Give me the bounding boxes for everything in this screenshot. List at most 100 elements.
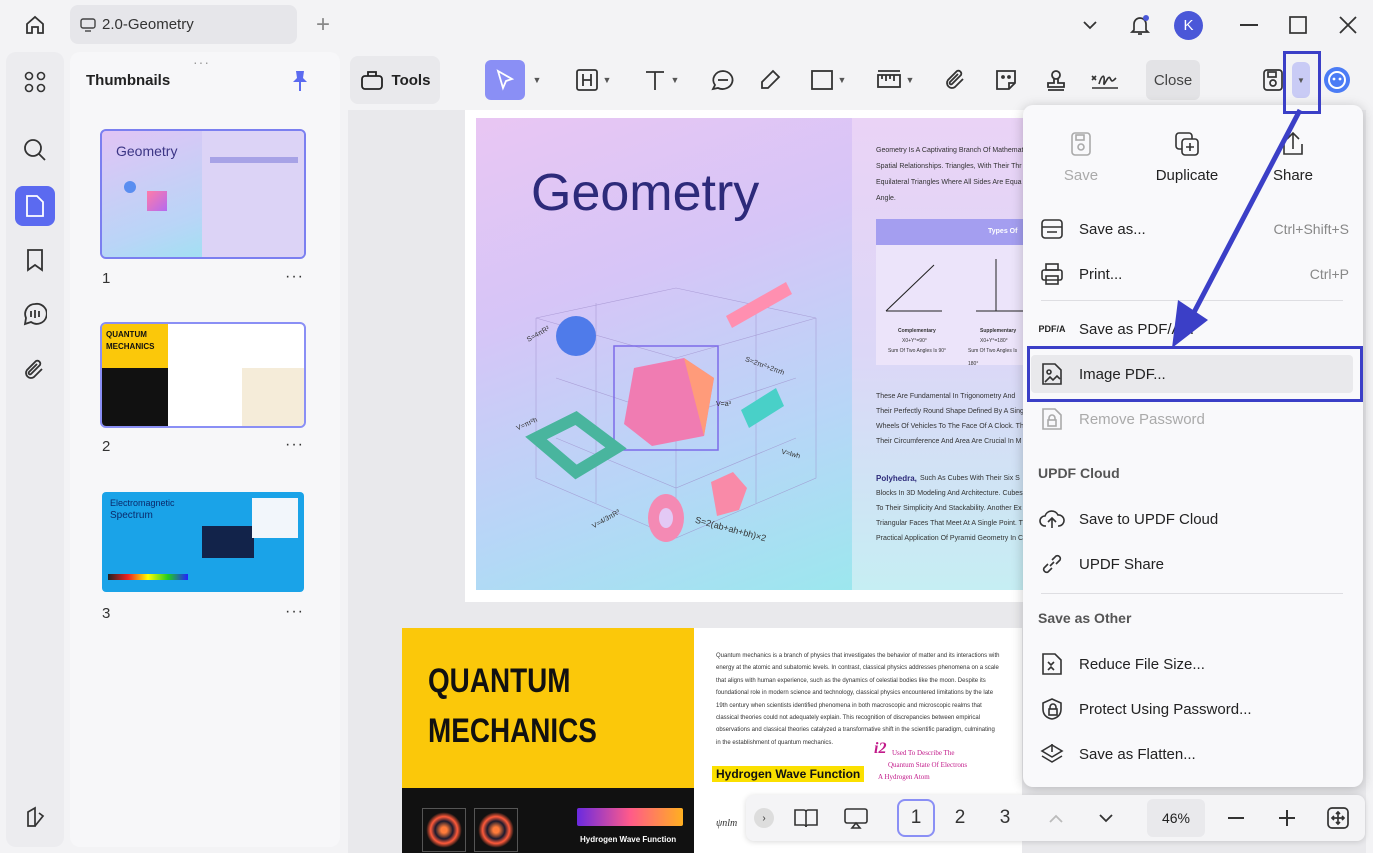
thumbnail-page-1[interactable]: Geometry [100,129,306,259]
tools-label: Tools [391,71,431,89]
rail-comments-button[interactable] [15,294,55,334]
shape-tool-button[interactable]: ▼ [803,60,853,100]
panel-drag-handle[interactable]: ··· [193,54,210,70]
thumbnail-page-2[interactable]: QUANTUM MECHANICS [100,322,306,428]
page-3-more-button[interactable]: ··· [285,603,304,621]
page-2-body-line-8: in the establishment of quantum mechanic… [716,739,834,746]
chevron-up-icon [1049,814,1063,823]
page-2-body-line-5: 19th century when scientists identified … [716,702,982,709]
sticker-tool-button[interactable] [986,60,1026,100]
home-button[interactable] [20,10,50,40]
menu-print-label: Print... [1079,265,1123,283]
text-tool-button[interactable]: ▼ [636,60,686,100]
avatar[interactable]: K [1174,11,1203,40]
wave-function-scale [577,808,683,826]
new-tab-button[interactable]: + [308,10,338,40]
page-navigation-bar: › 1 2 3 46% [746,795,1365,841]
page-1-para-3-line-2: Blocks In 3D Modeling And Architecture. … [876,490,1023,497]
close-tools-button[interactable]: Close [1146,60,1200,100]
presentation-button[interactable] [836,799,876,837]
comment-tool-button[interactable] [703,60,743,100]
menu-updf-share[interactable]: UPDF Share [1039,545,1349,583]
close-window-button[interactable] [1333,10,1363,40]
thumb-1-cube [147,191,167,211]
rail-thumbnails-button[interactable] [15,186,55,226]
attach-tool-button[interactable] [936,60,976,100]
page-2-body-line-6: classical theories could not adequately … [716,715,981,722]
pin-button[interactable] [291,70,309,97]
collapse-bar-button[interactable]: › [754,808,774,828]
angles-table-body: Complementary X0+Y°=90° Sum Of Two Angle… [876,245,1025,367]
ai-assistant-button[interactable] [1319,60,1355,100]
cloud-upload-icon [1039,510,1065,528]
geometry-illustration [525,282,817,542]
sticker-icon [996,70,1016,90]
thumb-3-spectrum-bar [108,574,188,580]
menu-reduce-file-size[interactable]: Reduce File Size... [1039,645,1349,683]
reading-mode-button[interactable] [786,799,826,837]
zoom-level[interactable]: 46% [1147,799,1205,837]
rail-theme-button[interactable] [15,797,55,837]
page-button-3[interactable]: 3 [986,799,1024,837]
highlight-tool-button[interactable] [750,60,790,100]
menu-remove-password[interactable]: Remove Password [1039,400,1349,438]
notifications-button[interactable] [1125,10,1155,40]
bookmark-icon [27,249,43,272]
next-page-button[interactable] [1092,799,1120,837]
menu-updf-share-label: UPDF Share [1079,555,1165,573]
maximize-button[interactable] [1283,10,1313,40]
menu-save-to-cloud[interactable]: Save to UPDF Cloud [1039,500,1349,538]
zoom-in-button[interactable] [1273,799,1301,837]
measure-tool-button[interactable]: ▼ [870,60,920,100]
grid-icon [24,71,46,93]
rail-search-button[interactable] [15,130,55,170]
page-number-3: 3 [102,605,111,622]
note-line-2: Quantum State Of Electrons [888,761,968,769]
heading-tool-button[interactable]: ▼ [568,60,618,100]
page-button-2[interactable]: 2 [941,799,979,837]
pin-icon [293,71,307,91]
zoom-out-button[interactable] [1222,799,1250,837]
menu-cloud-header: UPDF Cloud [1038,465,1120,481]
select-tool-dropdown[interactable]: ▼ [527,60,543,100]
supplementary-sum: Sum Of Two Angles Is 180° [968,348,1018,367]
menu-save-as-flatten-label: Save as Flatten... [1079,745,1196,763]
page-1-intro-line-1: Geometry Is A Captivating Branch Of Math… [876,147,1024,154]
rail-pages-button[interactable] [15,62,55,102]
pdf-page-1: Geometry S=4πR² S=2πr²+2πrh V=a³ V=lwh V… [465,110,1025,602]
stamp-tool-button[interactable] [1036,60,1076,100]
thumb-2-title-2: MECHANICS [106,342,155,351]
chevron-down-icon: ▼ [837,75,847,85]
page-1-title: Geometry [531,164,760,222]
note-line-3: A Hydrogen Atom [878,773,930,781]
tools-button[interactable]: Tools [350,56,440,104]
page-1-para-2-line-1: These Are Fundamental In Trigonometry An… [876,393,1016,400]
rail-attachments-button[interactable] [15,350,55,390]
page-2-title-block: QUANTUM MECHANICS [402,628,694,788]
document-tab[interactable]: 2.0-Geometry [70,5,297,44]
tabs-dropdown-button[interactable] [1075,10,1105,40]
page-2-body-line-7: observations and classical theories cata… [716,727,995,734]
page-1-para-3-line-1: Such As Cubes With Their Six S [920,475,1020,482]
select-tool-button[interactable] [485,60,525,100]
page-button-1[interactable]: 1 [897,799,935,837]
save-icon [1263,69,1283,91]
menu-save-as-flatten[interactable]: Save as Flatten... [1039,735,1349,773]
book-icon [794,809,818,828]
page-1-para-3-line-5: Practical Application Of Pyramid Geometr… [876,535,1024,542]
minimize-button[interactable] [1234,10,1264,40]
menu-save-button[interactable]: Save [1041,129,1121,184]
thumb-2-right-block [242,368,304,426]
signature-tool-button[interactable] [1085,60,1125,100]
thumbnail-page-3[interactable]: Electromagnetic Spectrum [102,492,304,592]
page-2-more-button[interactable]: ··· [285,436,304,454]
menu-separator-2 [1041,593,1343,594]
fit-page-button[interactable] [1322,799,1354,837]
previous-page-button[interactable] [1042,799,1070,837]
menu-save-to-cloud-label: Save to UPDF Cloud [1079,510,1219,528]
link-icon [1042,554,1062,574]
page-1-more-button[interactable]: ··· [285,268,304,286]
menu-protect-password[interactable]: Protect Using Password... [1039,690,1349,728]
complementary-sum: Sum Of Two Angles Is 90° [888,348,947,354]
rail-bookmarks-button[interactable] [15,240,55,280]
